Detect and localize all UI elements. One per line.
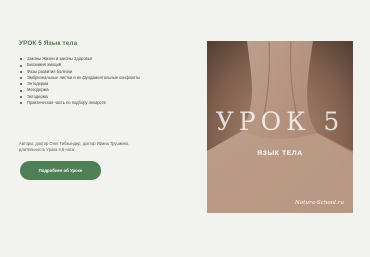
- promo-subtitle: ЯЗЫК ТЕЛА: [257, 150, 303, 157]
- topic-list: Законы Жизни и законы Здоровья Биохимия …: [19, 56, 189, 106]
- promo-heading: УРОК 5: [215, 107, 345, 136]
- lesson-title: УРОК 5 Язык тела: [19, 40, 78, 47]
- lesson-meta: Авторы: доктор Олег Гибзындер, доктор Ир…: [19, 141, 189, 154]
- promo-site-watermark: Natura-School.ru: [294, 200, 344, 206]
- more-about-lesson-button[interactable]: Подробнее об Уроке: [20, 161, 101, 180]
- lesson-promo-image: УРОК 5 ЯЗЫК ТЕЛА Natura-School.ru: [207, 41, 353, 213]
- duration-text: длительность Урока 4,5 часа: [19, 147, 75, 153]
- list-item: Практическая часть по подбору лекарств: [19, 100, 189, 106]
- lesson-info: УРОК 5 Язык тела Законы Жизни и законы З…: [19, 40, 189, 106]
